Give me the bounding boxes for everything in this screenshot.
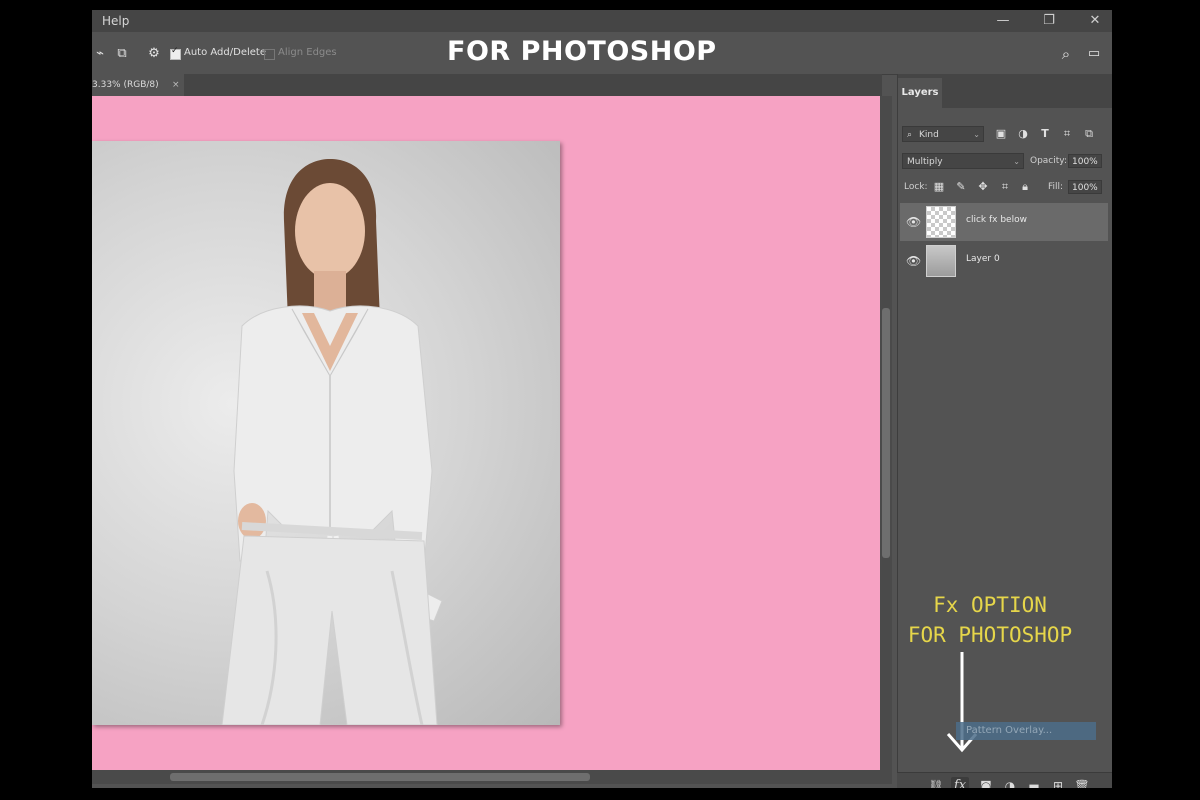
gear-icon[interactable]: ⚙	[146, 46, 162, 62]
blend-mode-label: Multiply	[907, 157, 943, 167]
layer-name: click fx below	[966, 215, 1027, 225]
filter-type-icon[interactable]: T	[1038, 127, 1052, 141]
adjustment-layer-icon[interactable]: ◑	[1001, 777, 1019, 788]
filter-kind-label: Kind	[919, 130, 939, 140]
align-edges-checkbox[interactable]	[264, 49, 275, 60]
path-select-icon[interactable]: ⌁	[92, 46, 108, 62]
tooltip: Pattern Overlay...	[956, 722, 1096, 740]
model-photo	[92, 141, 560, 725]
lock-transparent-icon[interactable]: ▦	[932, 180, 946, 194]
fx-icon[interactable]: fx	[951, 777, 969, 788]
overlay-title: FOR PHOTOSHOP	[447, 36, 717, 67]
filter-adjustment-icon[interactable]: ◑	[1016, 127, 1030, 141]
layer-row[interactable]: 👁︎ Layer 0	[900, 242, 1108, 280]
chevron-down-icon: ⌄	[1013, 157, 1020, 166]
vertical-scroll-thumb[interactable]	[882, 308, 890, 558]
minimize-icon[interactable]: —	[992, 12, 1014, 30]
layer-name: Layer 0	[966, 254, 1000, 264]
auto-add-delete-checkbox[interactable]	[170, 46, 181, 60]
lock-label: Lock:	[904, 182, 928, 192]
menu-bar: Help — ❐ ✕	[92, 10, 1112, 32]
document-tab-label: 3.33% (RGB/8)	[92, 80, 159, 90]
lock-all-icon[interactable]: 🔒︎	[1018, 180, 1032, 194]
lock-brush-icon[interactable]: ✎	[954, 180, 968, 194]
restore-icon[interactable]: ❐	[1038, 12, 1060, 30]
opacity-label: Opacity:	[1030, 156, 1067, 166]
trash-icon[interactable]: 🗑︎	[1073, 777, 1091, 788]
filter-smart-object-icon[interactable]: ⧉	[1082, 127, 1096, 141]
document-tab-strip: 3.33% (RGB/8) ×	[92, 74, 882, 96]
options-bar: ⌁ ⧉ ⚙ Auto Add/Delete Align Edges FOR PH…	[92, 34, 1112, 75]
tab-layers[interactable]: Layers	[898, 78, 942, 108]
document-tab[interactable]: 3.33% (RGB/8) ×	[92, 74, 184, 96]
fx-option-annotation: Fx OPTION FOR PHOTOSHOP	[880, 590, 1100, 650]
menu-help[interactable]: Help	[102, 14, 129, 28]
new-group-icon[interactable]: ▬	[1025, 777, 1043, 788]
eye-icon[interactable]: 👁︎	[906, 215, 921, 229]
canvas-horizontal-scrollbar[interactable]	[92, 770, 892, 784]
lock-artboard-icon[interactable]: ⌗	[998, 180, 1012, 194]
fill-field[interactable]: 100%	[1068, 180, 1102, 194]
layers-panel-footer: ⛓︎ fx ◙ ◑ ▬ ⊞ 🗑︎	[897, 772, 1112, 788]
filter-kind-select[interactable]: ⌕ Kind ⌄	[902, 126, 984, 142]
path-arrange-icon[interactable]: ⧉	[114, 46, 130, 62]
panel-layout-icon[interactable]: ▭	[1086, 46, 1102, 62]
blend-mode-select[interactable]: Multiply ⌄	[902, 153, 1024, 169]
layer-row[interactable]: 👁︎ click fx below	[900, 203, 1108, 241]
eye-icon[interactable]: 👁︎	[906, 254, 921, 268]
opacity-field[interactable]: 100%	[1068, 154, 1102, 168]
filter-search-icon: ⌕	[907, 130, 913, 140]
chevron-down-icon: ⌄	[973, 130, 980, 139]
layers-panel: Layers ⌕ Kind ⌄ ▣ ◑ T ⌗ ⧉ Multiply ⌄ Opa…	[897, 74, 1112, 788]
horizontal-scroll-thumb[interactable]	[170, 773, 590, 781]
document-canvas[interactable]	[92, 96, 880, 770]
auto-add-delete-label: Auto Add/Delete	[184, 47, 266, 58]
model-illustration	[221, 159, 443, 725]
align-edges-label: Align Edges	[278, 47, 337, 58]
link-layers-icon[interactable]: ⛓︎	[927, 777, 945, 788]
tab-close-icon[interactable]: ×	[172, 74, 180, 96]
filter-pixel-icon[interactable]: ▣	[994, 127, 1008, 141]
add-mask-icon[interactable]: ◙	[977, 777, 995, 788]
new-layer-icon[interactable]: ⊞	[1049, 777, 1067, 788]
fx-note-line-2: FOR PHOTOSHOP	[907, 623, 1073, 647]
fx-note-line-1: Fx OPTION	[933, 593, 1047, 617]
lock-position-icon[interactable]: ✥	[976, 180, 990, 194]
layer-thumbnail	[926, 245, 956, 277]
filter-shape-icon[interactable]: ⌗	[1060, 127, 1074, 141]
fill-label: Fill:	[1048, 182, 1064, 192]
layer-thumbnail	[926, 206, 956, 238]
panel-tab-strip: Layers	[898, 74, 1112, 108]
close-icon[interactable]: ✕	[1084, 12, 1106, 30]
canvas-vertical-scrollbar[interactable]	[880, 96, 892, 770]
search-icon[interactable]: ⌕	[1058, 46, 1074, 62]
